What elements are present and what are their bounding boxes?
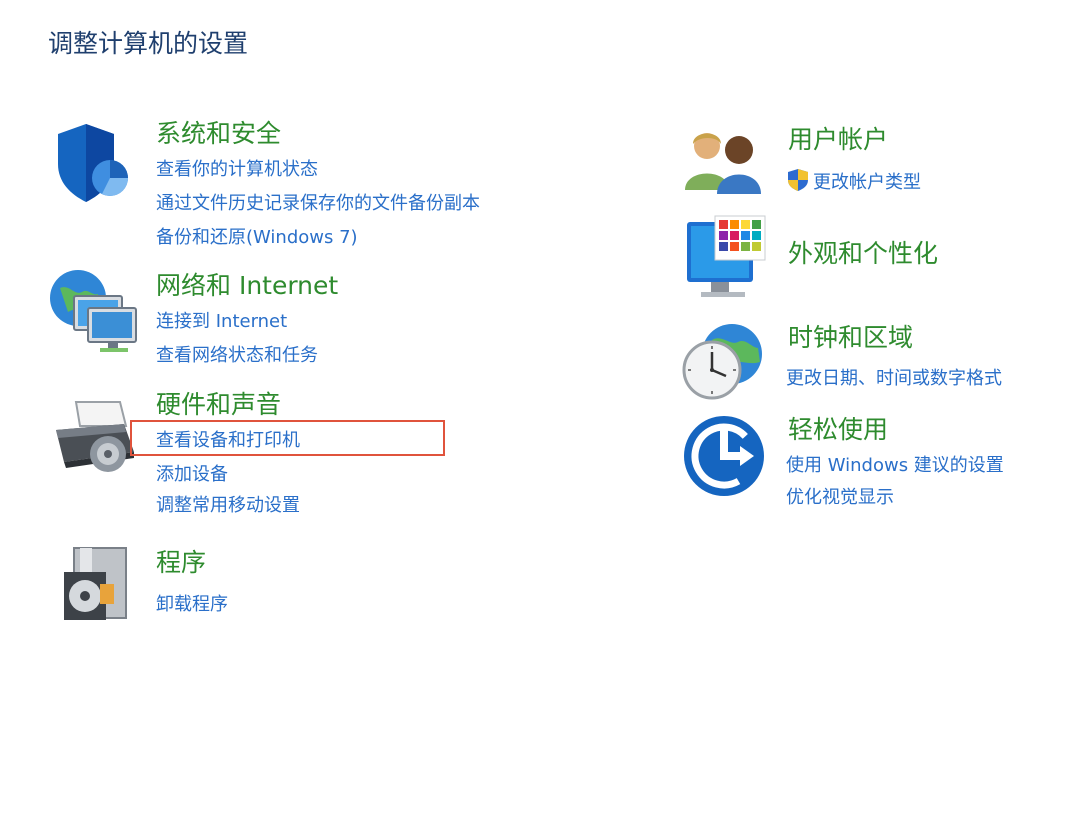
category-title-appearance[interactable]: 外观和个性化 <box>788 234 938 270</box>
link-optimize-visual-display[interactable]: 优化视觉显示 <box>786 483 894 509</box>
category-title-network[interactable]: 网络和 Internet <box>156 266 338 302</box>
link-change-account-type-label: 更改帐户类型 <box>813 172 921 193</box>
clock-globe-icon[interactable] <box>680 318 766 404</box>
page-title: 调整计算机的设置 <box>48 29 249 58</box>
link-network-status[interactable]: 查看网络状态和任务 <box>156 341 318 367</box>
printer-icon[interactable] <box>50 396 140 480</box>
link-change-account-type[interactable]: 更改帐户类型 <box>786 168 921 194</box>
link-recommended-settings[interactable]: 使用 Windows 建议的设置 <box>786 451 1004 477</box>
category-title-clock-region[interactable]: 时钟和区域 <box>788 318 913 354</box>
users-icon[interactable] <box>683 124 767 196</box>
programs-disc-icon[interactable] <box>60 544 130 624</box>
link-change-date-time-format[interactable]: 更改日期、时间或数字格式 <box>786 364 1002 390</box>
category-title-hardware-sound[interactable]: 硬件和声音 <box>156 385 281 421</box>
uac-shield-icon <box>788 169 808 191</box>
link-file-history-backup[interactable]: 通过文件历史记录保存你的文件备份副本 <box>156 189 480 215</box>
link-add-device[interactable]: 添加设备 <box>156 460 228 486</box>
highlight-box <box>130 420 445 456</box>
link-uninstall-program[interactable]: 卸载程序 <box>156 590 228 616</box>
category-title-system-security[interactable]: 系统和安全 <box>156 114 281 150</box>
link-backup-restore[interactable]: 备份和还原(Windows 7) <box>156 223 358 249</box>
category-title-programs[interactable]: 程序 <box>156 543 206 579</box>
link-connect-internet[interactable]: 连接到 Internet <box>156 307 287 333</box>
shield-icon[interactable] <box>52 120 134 206</box>
monitor-palette-icon[interactable] <box>685 214 769 300</box>
ease-of-access-icon[interactable] <box>682 414 766 498</box>
category-title-user-accounts[interactable]: 用户帐户 <box>788 120 888 156</box>
link-mobility-settings[interactable]: 调整常用移动设置 <box>156 491 300 517</box>
link-view-computer-status[interactable]: 查看你的计算机状态 <box>156 155 318 181</box>
category-title-ease-of-access[interactable]: 轻松使用 <box>788 410 888 446</box>
network-globe-icon[interactable] <box>48 266 140 358</box>
